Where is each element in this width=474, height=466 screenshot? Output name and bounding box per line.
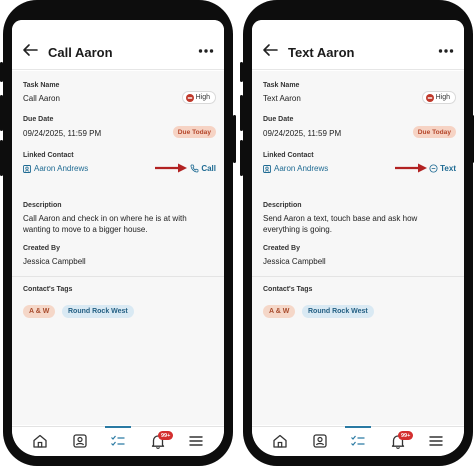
task-name-value: Text Aaron	[263, 94, 301, 103]
call-action-label: Call	[201, 164, 216, 173]
due-date-label: Due Date	[263, 116, 294, 123]
contact-tags-label: Contact's Tags	[263, 286, 313, 293]
contact-card-icon	[23, 164, 31, 173]
due-date-label: Due Date	[23, 116, 54, 123]
contact-tags-label: Contact's Tags	[23, 286, 73, 293]
linked-contact-name: Aaron Andrews	[34, 164, 89, 173]
created-by-value: Jessica Campbell	[23, 257, 86, 266]
page-title: Text Aaron	[288, 45, 355, 60]
bottom-tab-bar: 99+	[252, 426, 464, 456]
linked-contact-label: Linked Contact	[23, 152, 74, 159]
tag-chip[interactable]: A & W	[23, 305, 56, 318]
linked-contact-name: Aaron Andrews	[274, 164, 329, 173]
call-action-button[interactable]: Call	[190, 164, 216, 173]
created-by-label: Created By	[263, 245, 300, 252]
created-by-label: Created By	[23, 245, 60, 252]
tasks-icon[interactable]	[350, 433, 366, 449]
task-details: Task Name Call Aaron High Due Date 09/24…	[12, 71, 224, 425]
priority-text: High	[195, 94, 210, 101]
section-divider	[12, 276, 224, 277]
task-detail-screen-text: Text Aaron Task Name Text Aaron High Due…	[252, 20, 464, 456]
task-name-value: Call Aaron	[23, 94, 60, 103]
phone-side-button	[240, 95, 243, 131]
more-options-icon[interactable]	[198, 48, 214, 54]
due-date-value: 09/24/2025, 11:59 PM	[23, 129, 102, 138]
text-action-button[interactable]: Text	[429, 164, 456, 173]
created-by-value: Jessica Campbell	[263, 257, 326, 266]
tag-chip[interactable]: A & W	[263, 305, 296, 318]
task-detail-screen-call: Call Aaron Task Name Call Aaron High Due…	[12, 20, 224, 456]
phone-side-button	[240, 140, 243, 176]
annotation-arrow-icon	[155, 163, 187, 173]
app-bar: Call Aaron	[12, 20, 224, 70]
priority-high-icon	[425, 93, 434, 102]
section-divider	[252, 276, 464, 277]
priority-badge: High	[421, 91, 456, 104]
description-label: Description	[263, 202, 302, 209]
phone-side-button	[0, 140, 3, 176]
description-label: Description	[23, 202, 62, 209]
description-value: Call Aaron and check in on where he is a…	[23, 214, 187, 234]
tasks-icon[interactable]	[110, 433, 126, 449]
back-arrow-icon[interactable]	[22, 42, 38, 58]
due-status-badge: Due Today	[172, 126, 216, 138]
more-options-icon[interactable]	[438, 48, 454, 54]
notification-count-badge: 99+	[398, 431, 414, 440]
task-name-label: Task Name	[23, 82, 60, 89]
back-arrow-icon[interactable]	[262, 42, 278, 58]
linked-contact-link[interactable]: Aaron Andrews	[23, 164, 88, 173]
phone-frame-text: Text Aaron Task Name Text Aaron High Due…	[240, 0, 474, 466]
home-icon[interactable]	[272, 433, 288, 449]
home-icon[interactable]	[32, 433, 48, 449]
linked-contact-link[interactable]: Aaron Andrews	[263, 164, 328, 173]
contacts-icon[interactable]	[72, 433, 88, 449]
task-name-label: Task Name	[263, 82, 300, 89]
task-details: Task Name Text Aaron High Due Date 09/24…	[252, 71, 464, 425]
priority-high-icon	[185, 93, 194, 102]
app-bar: Text Aaron	[252, 20, 464, 70]
linked-contact-label: Linked Contact	[263, 152, 314, 159]
text-action-label: Text	[440, 164, 456, 173]
contacts-icon[interactable]	[312, 433, 328, 449]
phone-side-button	[0, 62, 3, 82]
contact-card-icon	[263, 164, 271, 173]
menu-icon[interactable]	[188, 433, 204, 449]
due-date-value: 09/24/2025, 11:59 PM	[263, 129, 342, 138]
bottom-tab-bar: 99+	[12, 426, 224, 456]
priority-text: High	[435, 94, 450, 101]
notification-count-badge: 99+	[158, 431, 174, 440]
annotation-arrow-icon	[395, 163, 427, 173]
phone-icon	[190, 164, 199, 173]
description-value: Send Aaron a text, touch base and ask ho…	[263, 214, 418, 234]
phone-frame-call: Call Aaron Task Name Call Aaron High Due…	[0, 0, 236, 466]
tag-chip[interactable]: Round Rock West	[62, 305, 134, 318]
due-status-badge: Due Today	[412, 126, 456, 138]
phone-side-button	[0, 95, 3, 131]
page-title: Call Aaron	[48, 45, 113, 60]
phone-side-button	[240, 62, 243, 82]
priority-badge: High	[181, 91, 216, 104]
menu-icon[interactable]	[428, 433, 444, 449]
active-tab-indicator	[105, 426, 131, 428]
chat-bubble-icon	[429, 164, 438, 173]
active-tab-indicator	[345, 426, 371, 428]
tag-chip[interactable]: Round Rock West	[302, 305, 374, 318]
phone-side-button	[233, 115, 236, 163]
